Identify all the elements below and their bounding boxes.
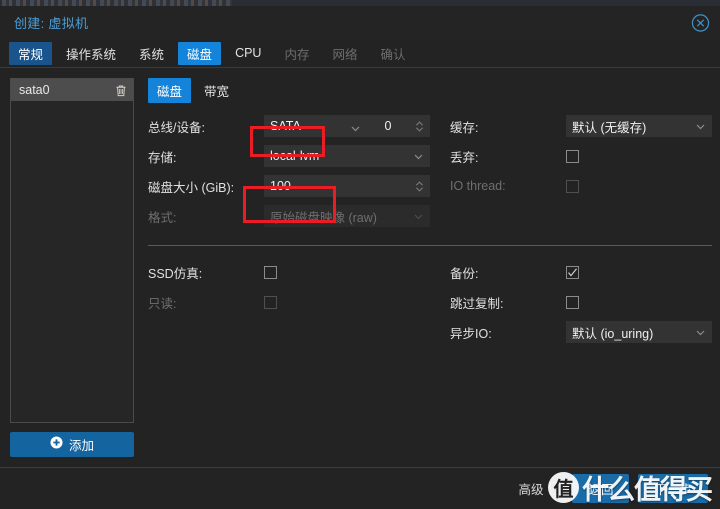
field-row-ssd-emulation: SSD仿真:	[148, 258, 430, 286]
spinner-updown-icon[interactable]	[415, 120, 424, 133]
tab-os[interactable]: 操作系统	[57, 42, 125, 65]
section-divider	[148, 245, 712, 246]
disk-size-value: 100	[270, 179, 291, 193]
advanced-label: 高级	[518, 483, 544, 497]
dialog-footer: 高级 返回 下一步	[0, 467, 720, 509]
ssd-emulation-checkbox[interactable]	[264, 265, 277, 279]
tab-confirm[interactable]: 确认	[372, 42, 415, 65]
bus-index-value: 0	[384, 119, 392, 133]
dialog-body: sata0 添加 磁盘 带宽 总线/设备: SATA 0 存储: local-l…	[0, 68, 720, 467]
device-panel: sata0 添加	[0, 78, 140, 467]
disk-size-input[interactable]: 100	[264, 175, 430, 197]
storage-label: 存储:	[148, 150, 177, 165]
spinner-updown-icon[interactable]	[415, 180, 424, 193]
back-button[interactable]: 返回	[572, 474, 630, 503]
form-column-right: 缓存: 默认 (无缓存) 丢弃: IO thread:	[430, 112, 712, 232]
disk-subtabs: 磁盘 带宽	[148, 78, 712, 103]
bus-device-label: 总线/设备:	[148, 120, 205, 135]
chevron-down-icon	[413, 211, 424, 222]
io-thread-label: IO thread:	[450, 179, 506, 193]
chevron-down-icon[interactable]	[695, 327, 706, 338]
async-io-value: 默认 (io_uring)	[572, 326, 654, 341]
field-row-format: 格式: 原始磁盘映像 (raw)	[148, 202, 430, 230]
trash-icon[interactable]	[115, 84, 127, 97]
chevron-down-icon[interactable]	[413, 151, 424, 162]
async-io-label: 异步IO:	[450, 326, 492, 341]
field-row-backup: 备份:	[450, 258, 712, 286]
wizard-tabbar: 常规 操作系统 系统 磁盘 CPU 内存 网络 确认	[0, 39, 720, 68]
subtab-bandwidth[interactable]: 带宽	[195, 78, 238, 103]
format-value: 原始磁盘映像 (raw)	[270, 210, 377, 225]
format-select: 原始磁盘映像 (raw)	[264, 205, 430, 227]
cache-value: 默认 (无缓存)	[572, 120, 647, 135]
advanced-toggle[interactable]: 高级	[518, 479, 564, 498]
tab-cpu[interactable]: CPU	[226, 42, 270, 65]
advanced-checkbox[interactable]	[550, 482, 564, 495]
disk-form-grid: 总线/设备: SATA 0 存储: local-lvm 磁盘大小 (GiB): …	[148, 112, 712, 232]
device-list: sata0	[10, 78, 134, 423]
field-row-spacer	[450, 202, 712, 230]
next-button[interactable]: 下一步	[638, 474, 708, 503]
tab-system[interactable]: 系统	[130, 42, 173, 65]
field-row-skip-replication: 跳过复制:	[450, 288, 712, 316]
tab-memory[interactable]: 内存	[275, 42, 318, 65]
cache-select[interactable]: 默认 (无缓存)	[566, 115, 712, 137]
storage-value: local-lvm	[270, 149, 320, 163]
readonly-label: 只读:	[148, 296, 177, 311]
io-thread-checkbox	[566, 179, 579, 193]
skip-replication-label: 跳过复制:	[450, 296, 504, 311]
discard-checkbox[interactable]	[566, 149, 579, 163]
form-column-left: 总线/设备: SATA 0 存储: local-lvm 磁盘大小 (GiB): …	[148, 112, 430, 232]
skip-replication-checkbox[interactable]	[566, 295, 579, 309]
tab-general[interactable]: 常规	[9, 41, 53, 65]
field-row-io-thread: IO thread:	[450, 172, 712, 200]
field-row-cache: 缓存: 默认 (无缓存)	[450, 112, 712, 140]
list-item-sata0[interactable]: sata0	[11, 79, 133, 101]
discard-label: 丢弃:	[450, 150, 479, 165]
form-column-left-lower: SSD仿真: 只读:	[148, 258, 430, 348]
device-name: sata0	[19, 83, 50, 97]
readonly-checkbox	[264, 295, 277, 309]
field-row-bus-device: 总线/设备: SATA 0	[148, 112, 430, 140]
field-row-storage: 存储: local-lvm	[148, 142, 430, 170]
bus-device-value: SATA	[270, 119, 301, 133]
close-icon[interactable]	[691, 13, 710, 32]
tab-network[interactable]: 网络	[323, 42, 366, 65]
subtab-disk[interactable]: 磁盘	[148, 78, 192, 103]
disk-size-label: 磁盘大小 (GiB):	[148, 180, 235, 195]
disk-form-panel: 磁盘 带宽 总线/设备: SATA 0 存储: local-lvm 磁盘大小 (…	[140, 78, 720, 467]
create-vm-dialog: 创建: 虚拟机 常规 操作系统 系统 磁盘 CPU 内存 网络 确认 sata0	[0, 0, 720, 509]
field-row-async-io: 异步IO: 默认 (io_uring)	[450, 318, 712, 346]
storage-select[interactable]: local-lvm	[264, 145, 430, 167]
add-disk-label: 添加	[68, 439, 94, 453]
cache-label: 缓存:	[450, 120, 479, 135]
tab-disks[interactable]: 磁盘	[178, 41, 222, 65]
bus-index-stepper[interactable]: 0	[344, 115, 430, 137]
chevron-down-icon[interactable]	[350, 121, 361, 132]
dialog-titlebar: 创建: 虚拟机	[0, 6, 720, 39]
async-io-select[interactable]: 默认 (io_uring)	[566, 321, 712, 343]
plus-circle-icon	[50, 435, 63, 454]
dialog-title: 创建: 虚拟机	[14, 16, 89, 31]
format-label: 格式:	[148, 210, 177, 225]
disk-form-grid-lower: SSD仿真: 只读: 备份: 跳过复制: 异步IO: 默认 (io_uring)	[148, 258, 712, 348]
chevron-down-icon[interactable]	[695, 121, 706, 132]
add-disk-button[interactable]: 添加	[10, 432, 134, 457]
field-row-readonly: 只读:	[148, 288, 430, 316]
field-row-discard: 丢弃:	[450, 142, 712, 170]
backup-checkbox[interactable]	[566, 265, 579, 279]
bus-device-select[interactable]: SATA	[264, 115, 344, 137]
ssd-emulation-label: SSD仿真:	[148, 266, 203, 281]
form-column-right-lower: 备份: 跳过复制: 异步IO: 默认 (io_uring)	[430, 258, 712, 348]
backup-label: 备份:	[450, 266, 479, 281]
field-row-disk-size: 磁盘大小 (GiB): 100	[148, 172, 430, 200]
